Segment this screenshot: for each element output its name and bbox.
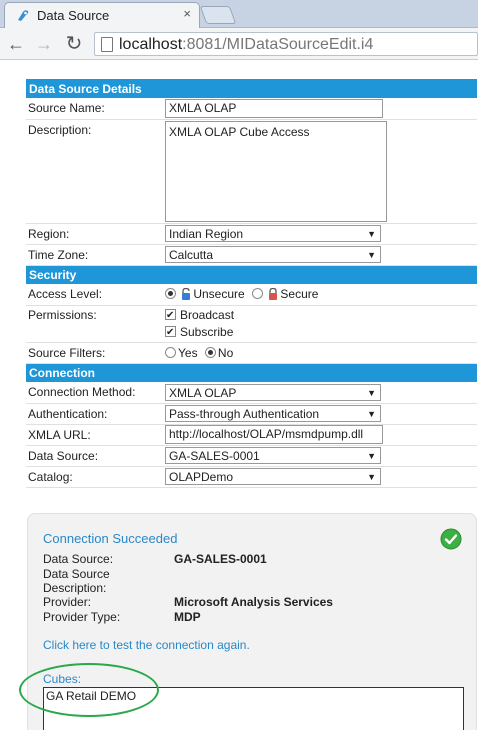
catalog-select[interactable]: OLAPDemo ▼ xyxy=(165,468,381,485)
result-provider-value: Microsoft Analysis Services xyxy=(174,595,333,609)
region-select[interactable]: Indian Region ▼ xyxy=(165,225,381,242)
broadcast-checkbox[interactable] xyxy=(165,307,176,324)
filters-no-label: No xyxy=(217,345,234,360)
access-unsecure-label: Unsecure xyxy=(193,287,245,302)
address-url: localhost:8081/MIDataSourceEdit.i4 xyxy=(119,36,374,53)
row-connection-method: Connection Method: XMLA OLAP ▼ xyxy=(26,382,477,404)
authentication-select[interactable]: Pass-through Authentication ▼ xyxy=(165,405,381,422)
reload-icon[interactable]: ↻ xyxy=(62,32,86,56)
xmla-url-input[interactable]: http://localhost/OLAP/msmdpump.dll xyxy=(165,425,383,444)
section-header-details: Data Source Details xyxy=(26,79,477,98)
data-source-value: GA-SALES-0001 xyxy=(169,449,260,463)
tab-title: Data Source xyxy=(37,8,110,23)
timezone-select[interactable]: Calcutta ▼ xyxy=(165,246,381,263)
section-header-connection: Connection xyxy=(26,363,477,382)
broadcast-label: Broadcast xyxy=(180,307,235,322)
dropdown-arrow-icon: ▼ xyxy=(367,250,376,260)
authentication-label: Authentication: xyxy=(26,403,163,425)
row-source-filters: Source Filters: Yes No xyxy=(26,342,477,364)
description-label: Description: xyxy=(26,119,163,224)
forward-arrow-icon[interactable]: → xyxy=(32,32,56,56)
new-tab-button[interactable] xyxy=(199,6,237,24)
source-name-input[interactable]: XMLA OLAP xyxy=(165,98,383,118)
dropdown-arrow-icon: ▼ xyxy=(367,409,376,419)
tab-close-icon[interactable]: × xyxy=(183,6,191,21)
result-ds-value: GA-SALES-0001 xyxy=(174,552,267,566)
browser-tabstrip: Data Source × xyxy=(0,0,478,28)
dropdown-arrow-icon: ▼ xyxy=(367,387,376,398)
back-arrow-icon[interactable]: ← xyxy=(4,32,28,56)
connection-method-value: XMLA OLAP xyxy=(169,385,237,400)
dropdown-arrow-icon: ▼ xyxy=(367,229,376,239)
section-header-security: Security xyxy=(26,265,477,284)
dropdown-arrow-icon: ▼ xyxy=(367,472,376,482)
filters-yes-radio[interactable] xyxy=(165,346,176,358)
connection-status-title: Connection Succeeded xyxy=(43,531,178,546)
row-timezone: Time Zone: Calcutta ▼ xyxy=(26,244,477,266)
row-authentication: Authentication: Pass-through Authenticat… xyxy=(26,403,477,425)
result-desc-label-line1: Data Source xyxy=(43,567,110,581)
connection-method-select[interactable]: XMLA OLAP ▼ xyxy=(165,383,381,401)
region-value: Indian Region xyxy=(169,227,244,241)
dropdown-arrow-icon: ▼ xyxy=(367,451,376,461)
permissions-label: Permissions: xyxy=(26,305,163,343)
data-source-form: Data Source Details Source Name: XMLA OL… xyxy=(26,79,477,488)
connection-method-label: Connection Method: xyxy=(26,382,163,404)
test-connection-link[interactable]: Click here to test the connection again. xyxy=(43,638,250,652)
access-secure-radio[interactable] xyxy=(252,288,264,300)
xmla-url-label: XMLA URL: xyxy=(26,424,163,446)
result-provider-type-value: MDP xyxy=(174,610,201,624)
row-region: Region: Indian Region ▼ xyxy=(26,223,477,245)
source-name-label: Source Name: xyxy=(26,98,163,120)
description-textarea[interactable]: XMLA OLAP Cube Access xyxy=(165,120,387,222)
catalog-value: OLAPDemo xyxy=(169,470,234,484)
timezone-value: Calcutta xyxy=(169,248,214,262)
unlocked-icon xyxy=(182,288,191,301)
result-ds-label: Data Source: xyxy=(43,552,114,566)
row-permissions: Permissions: Broadcast Subscribe xyxy=(26,305,477,343)
row-catalog: Catalog: OLAPDemo ▼ xyxy=(26,466,477,488)
catalog-label: Catalog: xyxy=(26,466,163,488)
row-description: Description: XMLA OLAP Cube Access xyxy=(26,119,477,224)
page-icon xyxy=(101,37,113,52)
address-bar[interactable]: localhost:8081/MIDataSourceEdit.i4 xyxy=(94,32,478,56)
access-level-label: Access Level: xyxy=(26,284,163,306)
filters-yes-label: Yes xyxy=(178,345,198,360)
data-source-label: Data Source: xyxy=(26,445,163,467)
browser-tab[interactable]: Data Source × xyxy=(4,2,200,28)
access-unsecure-radio[interactable] xyxy=(165,288,176,300)
row-data-source: Data Source: GA-SALES-0001 ▼ xyxy=(26,445,477,467)
row-source-name: Source Name: XMLA OLAP xyxy=(26,98,477,120)
row-access-level: Access Level: Unsecure Secure xyxy=(26,284,477,306)
browser-toolbar: ← → ↻ localhost:8081/MIDataSourceEdit.i4 xyxy=(0,28,478,60)
access-secure-label: Secure xyxy=(280,287,319,302)
result-provider-type-label: Provider Type: xyxy=(43,610,121,624)
row-xmla-url: XMLA URL: http://localhost/OLAP/msmdpump… xyxy=(26,424,477,446)
result-provider-label: Provider: xyxy=(43,595,92,609)
source-filters-label: Source Filters: xyxy=(26,342,163,364)
result-desc-label-line2: Description: xyxy=(43,581,107,595)
success-check-icon xyxy=(440,528,462,550)
subscribe-label: Subscribe xyxy=(180,324,234,339)
subscribe-checkbox[interactable] xyxy=(165,324,176,341)
highlight-annotation xyxy=(19,663,159,717)
data-source-favicon-icon xyxy=(18,10,29,21)
data-source-select[interactable]: GA-SALES-0001 ▼ xyxy=(165,447,381,464)
timezone-label: Time Zone: xyxy=(26,244,163,266)
lock-icon xyxy=(269,288,278,301)
authentication-value: Pass-through Authentication xyxy=(169,407,320,421)
filters-no-radio[interactable] xyxy=(204,346,216,358)
region-label: Region: xyxy=(26,223,163,245)
